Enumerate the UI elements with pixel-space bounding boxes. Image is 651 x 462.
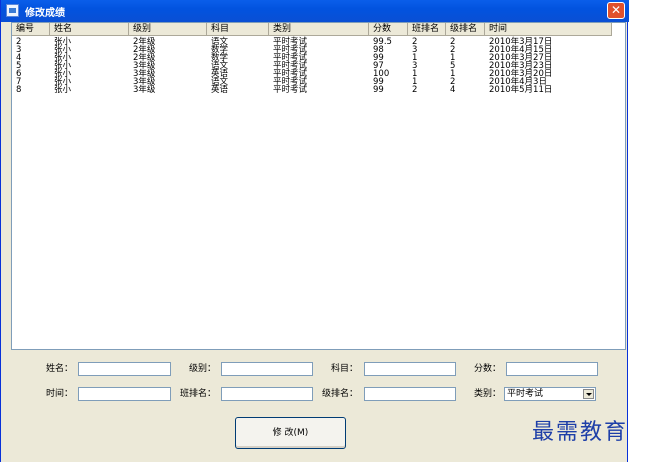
cell-name: 张小	[54, 85, 72, 95]
score-label: 分数：	[473, 364, 501, 374]
column-header-category[interactable]: 类别	[269, 23, 369, 35]
name-label: 姓名：	[45, 364, 73, 374]
title-bar[interactable]: 修改成绩 ✕	[1, 0, 629, 22]
close-button[interactable]: ✕	[607, 2, 625, 19]
column-header-grade[interactable]: 级别	[129, 23, 207, 35]
column-header-subject[interactable]: 科目	[207, 23, 269, 35]
edit-scores-window: 修改成绩 ✕ 编号 姓名 级别 科目 类别 分数 班排名 级排名 时间 2 张小…	[0, 0, 629, 462]
cell-grade: 3年级	[133, 85, 156, 95]
cell-category: 平时考试	[273, 85, 308, 95]
column-header-grade-rank[interactable]: 级排名	[446, 23, 485, 35]
modify-button[interactable]: 修 改(M)	[235, 417, 346, 449]
column-header-score[interactable]: 分数	[369, 23, 408, 35]
column-header-class-rank[interactable]: 班排名	[408, 23, 446, 35]
table-row[interactable]: 8 张小 3年级 英语 平时考试 99 2 4 2010年5月11日	[12, 85, 612, 95]
column-header-time[interactable]: 时间	[485, 23, 612, 35]
chevron-down-icon[interactable]	[583, 389, 594, 399]
cell-score: 99	[373, 85, 384, 95]
window-title: 修改成绩	[25, 8, 65, 19]
grade-rank-label: 级排名：	[321, 389, 358, 399]
cell-subject: 英语	[211, 85, 229, 95]
cell-grade-rank: 4	[450, 85, 456, 95]
time-label: 时间：	[45, 389, 73, 399]
grade-label: 级别：	[188, 364, 216, 374]
score-input[interactable]	[506, 362, 598, 376]
category-label: 类别：	[473, 389, 501, 399]
column-header-id[interactable]: 编号	[12, 23, 50, 35]
subject-label: 科目：	[330, 364, 358, 374]
column-header-name[interactable]: 姓名	[50, 23, 129, 35]
category-select[interactable]: 平时考试	[504, 387, 596, 401]
cell-id: 8	[16, 85, 22, 95]
category-select-value: 平时考试	[507, 389, 544, 399]
scores-list-view[interactable]: 编号 姓名 级别 科目 类别 分数 班排名 级排名 时间 2 张小 2年级 语文…	[11, 22, 626, 350]
cell-class-rank: 2	[412, 85, 418, 95]
app-window-icon	[6, 4, 19, 17]
cell-time: 2010年5月11日	[489, 85, 553, 95]
watermark-text: 最需教育	[532, 420, 629, 445]
class-rank-label: 班排名：	[179, 389, 216, 399]
list-header: 编号 姓名 级别 科目 类别 分数 班排名 级排名 时间	[12, 23, 612, 36]
